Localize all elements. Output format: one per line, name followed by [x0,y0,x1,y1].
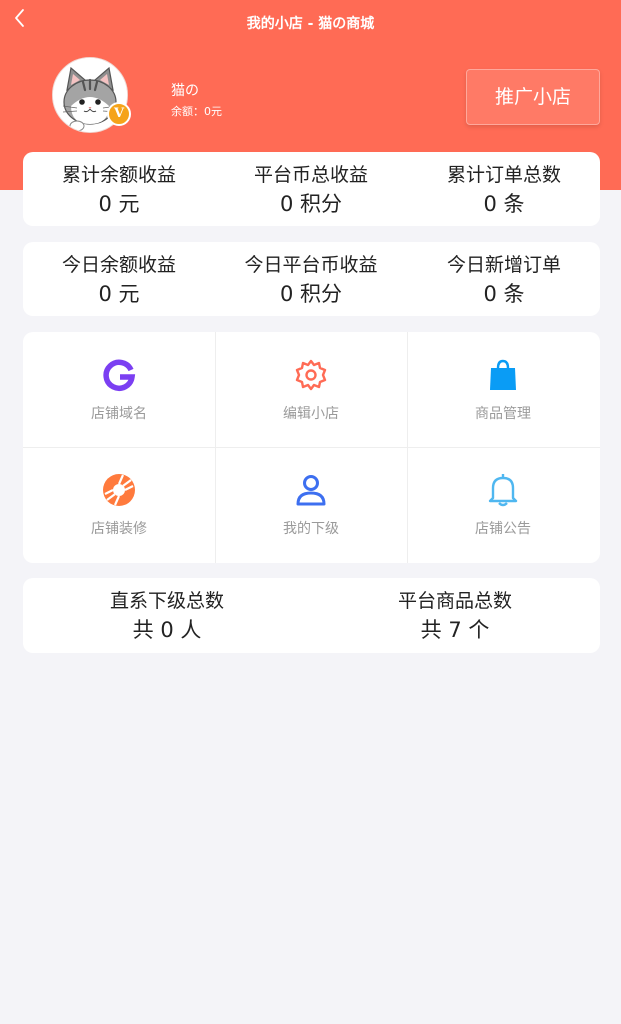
stat-direct-subordinates: 直系下级总数 共 0 人 [23,578,311,643]
user-icon [296,475,326,506]
vip-badge: V [107,102,131,126]
stat-value: 共 7 个 [420,618,490,642]
menu-item-label: 编辑小店 [283,406,339,422]
stat-value: 0 条 [483,282,525,306]
menu-item-goods-manage[interactable]: 商品管理 [407,332,599,447]
summary-card: 直系下级总数 共 0 人 平台商品总数 共 7 个 [23,578,600,653]
stat-label: 今日平台币收益 [244,254,378,276]
page-title: 我的小店 - 猫の商城 [246,16,375,32]
today-stats-card: 今日余额收益 0 元 今日平台币收益 0 积分 今日新增订单 0 条 [23,242,600,316]
promote-shop-button[interactable]: 推广小店 [466,69,600,125]
avatar-wrap[interactable]: V [52,57,131,133]
stat-value: 0 元 [98,192,140,216]
stat-label: 今日新增订单 [446,254,561,276]
stat-today-balance: 今日余额收益 0 元 [23,242,215,307]
menu-item-edit-shop[interactable]: 编辑小店 [215,332,407,447]
stat-total-coins: 平台币总收益 0 积分 [215,152,407,217]
menu-item-my-subordinates[interactable]: 我的下级 [215,447,407,562]
total-stats-card: 累计余额收益 0 元 平台币总收益 0 积分 累计订单总数 0 条 [23,152,600,226]
menu-item-label: 商品管理 [475,406,531,422]
user-balance: 余额：0元 [171,105,222,118]
stat-label: 累计订单总数 [446,164,561,186]
stat-value: 0 积分 [279,282,343,306]
stat-value: 共 0 人 [132,618,202,642]
shopping-bag-icon [490,359,516,390]
stat-value: 0 元 [98,282,140,306]
stat-label: 直系下级总数 [109,590,224,612]
stat-total-orders: 累计订单总数 0 条 [408,152,600,217]
stat-value: 0 条 [483,192,525,216]
stat-value: 0 积分 [279,192,343,216]
g-logo-icon [103,359,136,391]
menu-item-label: 店铺域名 [91,406,147,422]
stat-platform-goods: 平台商品总数 共 7 个 [311,578,599,643]
stat-total-balance: 累计余额收益 0 元 [23,152,215,217]
stat-label: 累计余额收益 [61,164,176,186]
bell-icon [488,474,518,507]
stat-today-orders: 今日新增订单 0 条 [408,242,600,307]
menu-item-label: 店铺装修 [91,521,147,537]
menu-item-shop-decoration[interactable]: 店铺装修 [23,447,215,562]
gear-icon [295,359,327,391]
stat-label: 平台商品总数 [397,590,512,612]
menu-item-shop-notice[interactable]: 店铺公告 [407,447,599,562]
menu-item-label: 我的下级 [283,521,339,537]
menu-grid: 店铺域名 编辑小店 商品管理 店铺装修 我的下级 店铺公告 [23,332,600,563]
stat-label: 今日余额收益 [61,254,176,276]
stat-label: 平台币总收益 [253,164,368,186]
aperture-icon [103,474,135,506]
stat-today-coins: 今日平台币收益 0 积分 [215,242,407,307]
menu-item-shop-domain[interactable]: 店铺域名 [23,332,215,447]
user-name: 猫の [171,83,199,99]
menu-item-label: 店铺公告 [475,521,531,537]
